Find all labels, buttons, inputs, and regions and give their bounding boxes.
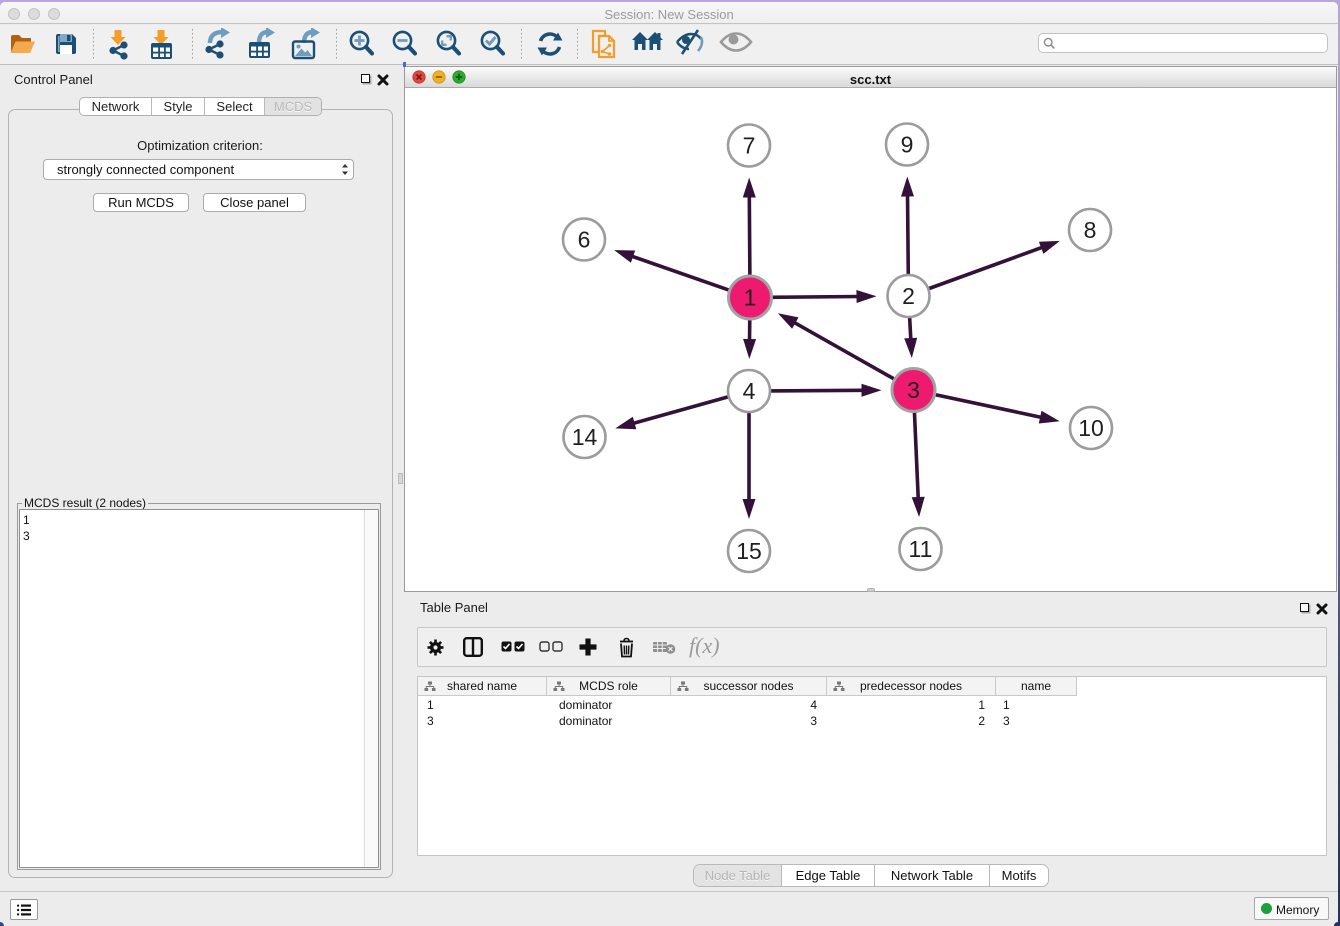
svg-text:10: 10 bbox=[1078, 415, 1104, 441]
svg-text:9: 9 bbox=[901, 132, 914, 158]
svg-text:14: 14 bbox=[572, 424, 598, 450]
svg-text:6: 6 bbox=[578, 227, 591, 253]
svg-text:7: 7 bbox=[743, 133, 756, 159]
svg-text:3: 3 bbox=[907, 377, 920, 403]
svg-text:2: 2 bbox=[902, 283, 915, 309]
svg-text:8: 8 bbox=[1084, 217, 1097, 243]
svg-text:11: 11 bbox=[909, 536, 933, 562]
svg-text:15: 15 bbox=[736, 538, 762, 564]
svg-text:4: 4 bbox=[743, 378, 756, 404]
svg-text:1: 1 bbox=[744, 285, 757, 311]
